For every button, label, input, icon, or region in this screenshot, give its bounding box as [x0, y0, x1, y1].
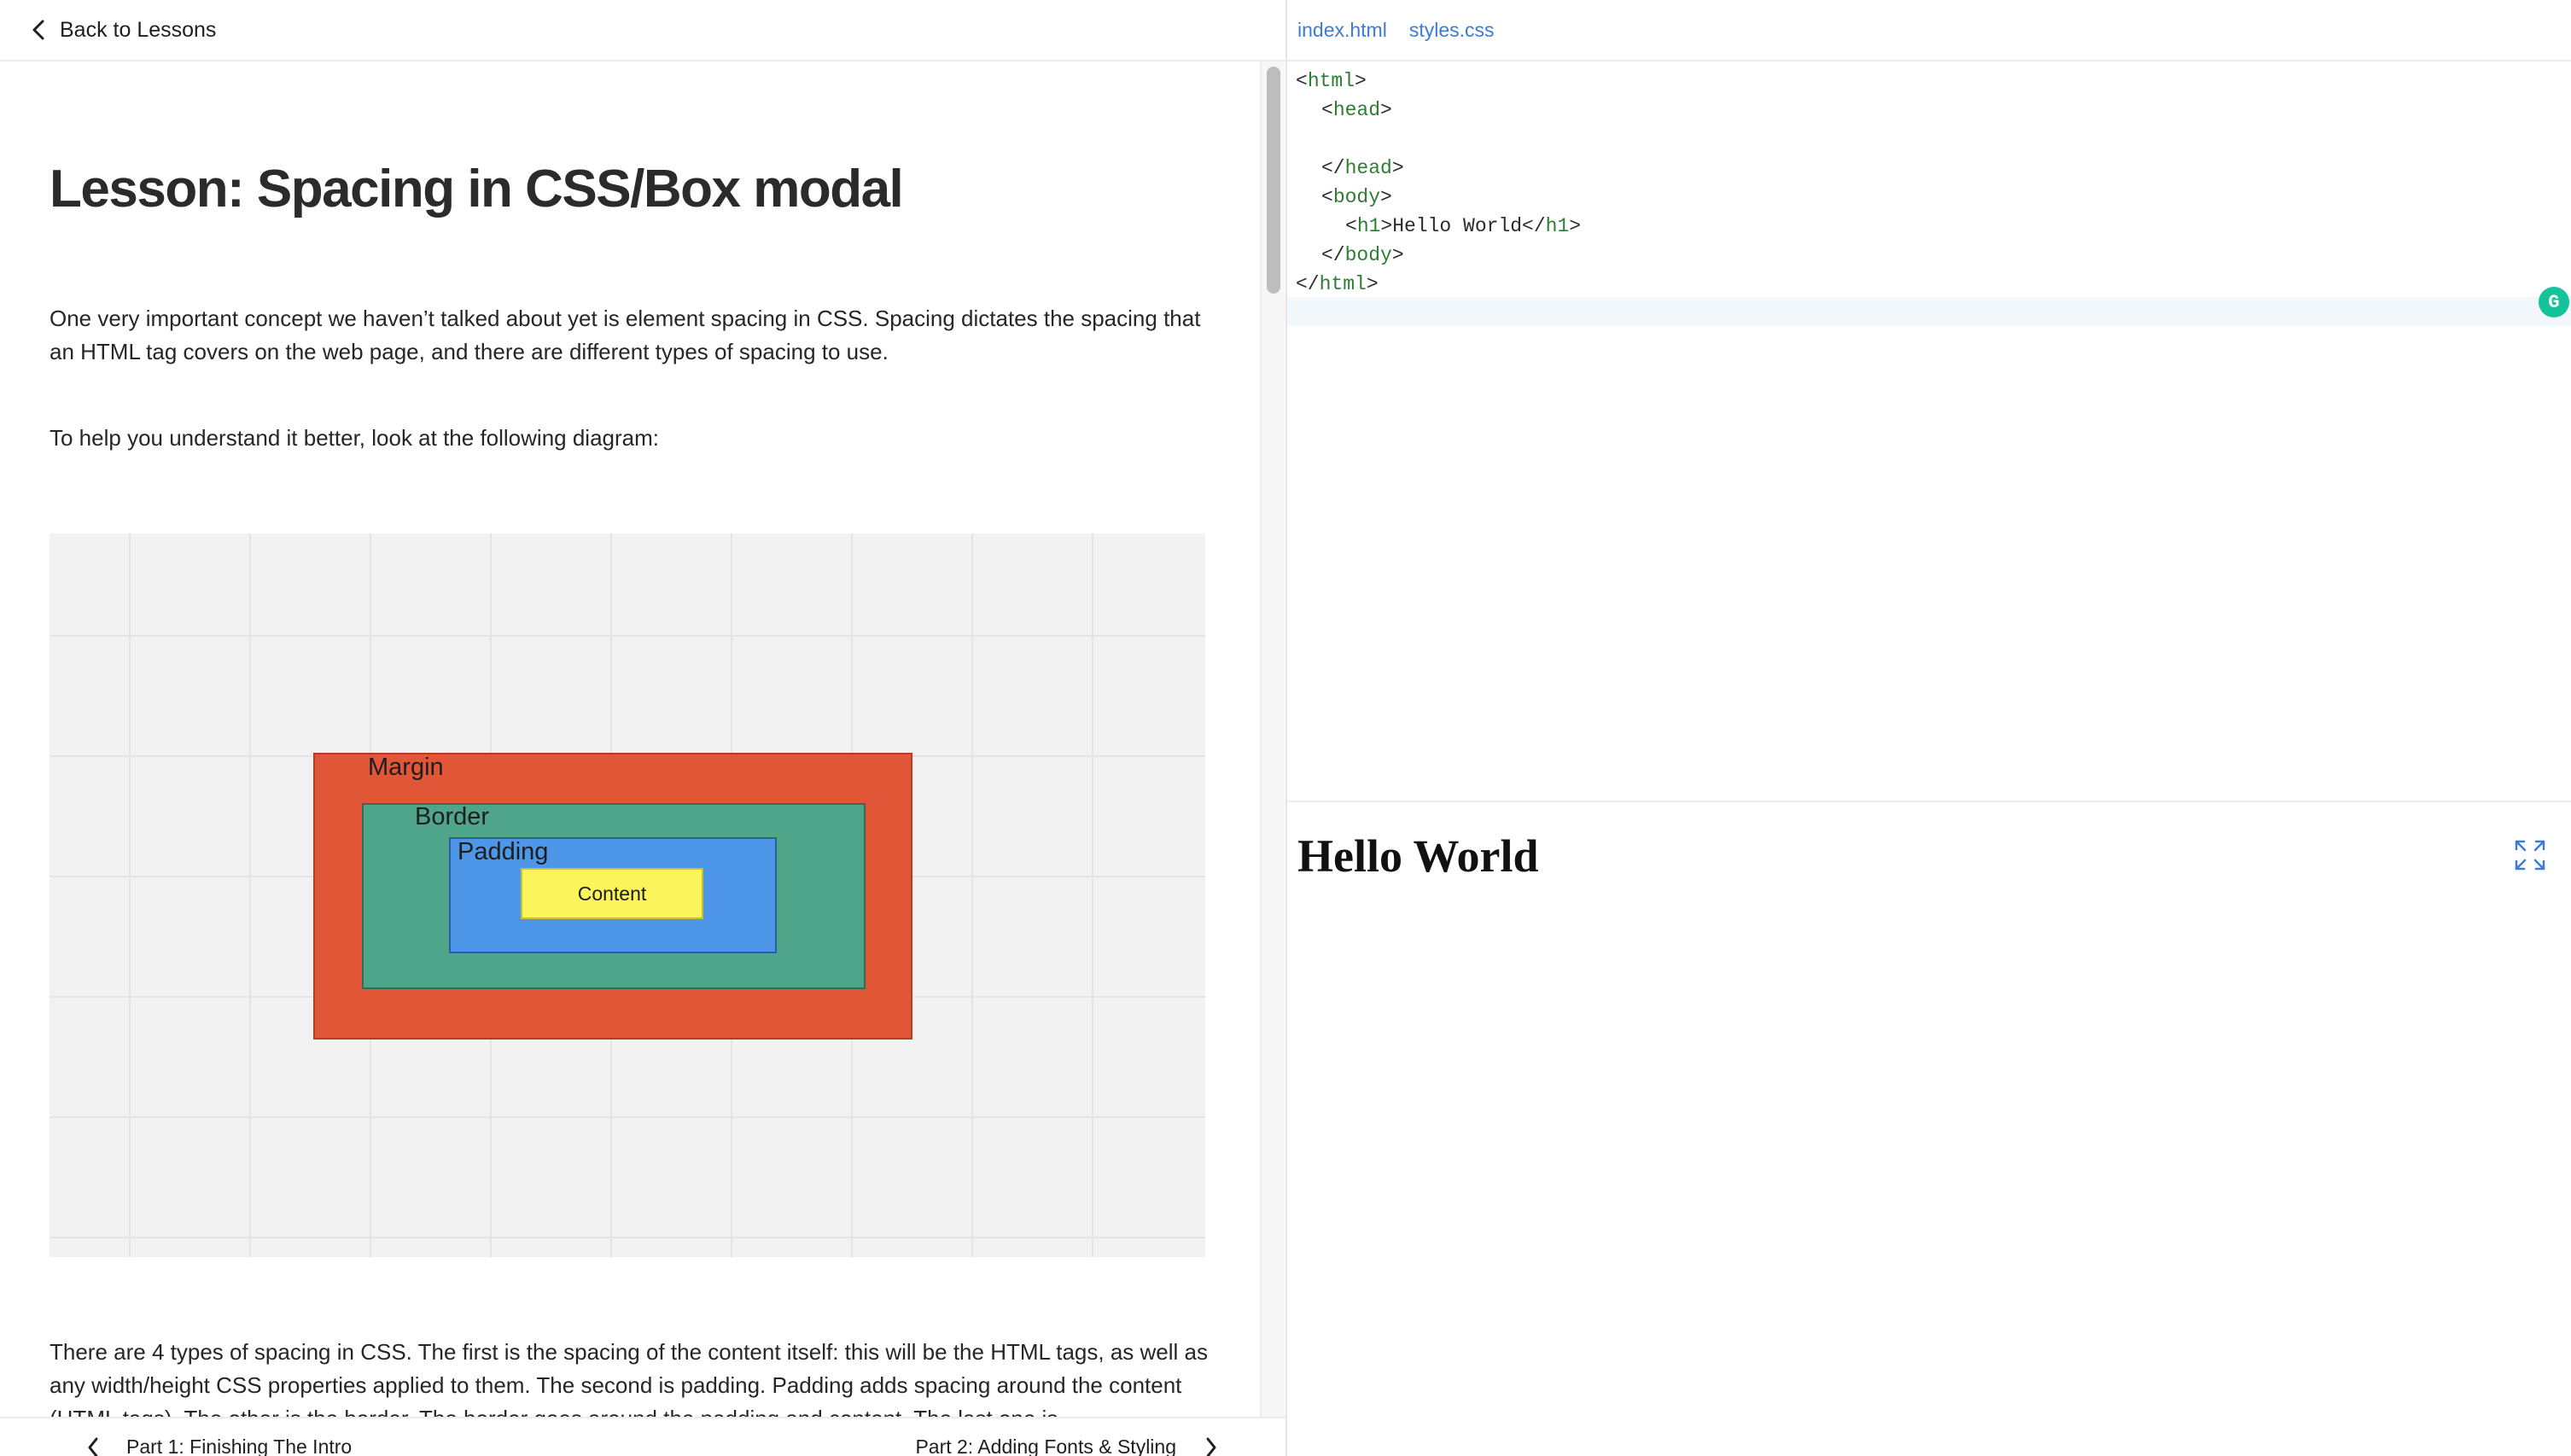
- content-box: Content: [521, 868, 703, 920]
- lesson-paragraph: There are 4 types of spacing in CSS. The…: [50, 1339, 1208, 1417]
- preview-heading: Hello World: [1297, 830, 1539, 882]
- previous-lesson-label: Part 1: Finishing The Intro: [126, 1436, 353, 1456]
- lesson-pagination: Part 1: Finishing The Intro Part 2: Addi…: [0, 1417, 1286, 1456]
- next-lesson-link[interactable]: Part 2: Adding Fonts & Styling: [915, 1436, 1219, 1456]
- padding-label: Padding: [458, 838, 549, 866]
- app-root: Back to Lessons Lesson: Spacing in CSS/B…: [0, 0, 2571, 1456]
- code-line: </head>: [1321, 157, 1404, 179]
- chevron-left-icon: [32, 20, 44, 40]
- back-to-lessons-label: Back to Lessons: [60, 17, 217, 42]
- lesson-pane: Back to Lessons Lesson: Spacing in CSS/B…: [0, 0, 1286, 1456]
- margin-label: Margin: [368, 754, 444, 782]
- code-line: </html>: [1296, 273, 1379, 295]
- active-line-highlight: [1287, 297, 2571, 326]
- code-editor[interactable]: <html> <head> </head> <body> <h1>Hello W…: [1287, 61, 2571, 801]
- chevron-left-icon: [88, 1437, 98, 1456]
- border-label: Border: [415, 803, 490, 831]
- code-pane: index.html styles.css <html> <head> </he…: [1287, 0, 2571, 1456]
- back-to-lessons-link[interactable]: Back to Lessons: [29, 18, 216, 43]
- lesson-content: Lesson: Spacing in CSS/Box modal One ver…: [0, 160, 1260, 1417]
- grammarly-icon[interactable]: G: [2539, 287, 2569, 317]
- code-line: <h1>Hello World</h1>: [1345, 215, 1582, 237]
- lesson-scrollbar[interactable]: [1260, 61, 1286, 1417]
- code-line: <body>: [1321, 186, 1392, 208]
- file-tabs: index.html styles.css: [1287, 0, 2571, 61]
- tab-styles-css[interactable]: styles.css: [1409, 19, 1495, 42]
- lesson-paragraph: One very important concept we haven’t ta…: [50, 306, 1201, 365]
- code-line: </body>: [1321, 244, 1404, 266]
- tab-index-html[interactable]: index.html: [1297, 19, 1387, 42]
- box-model-diagram: Content Margin Border Padding: [50, 533, 1205, 1258]
- lesson-title: Lesson: Spacing in CSS/Box modal: [50, 160, 904, 218]
- lesson-header: Back to Lessons: [0, 0, 1286, 61]
- code-line: <html>: [1296, 70, 1367, 92]
- next-lesson-label: Part 2: Adding Fonts & Styling: [915, 1436, 1176, 1456]
- chevron-right-icon: [1206, 1437, 1216, 1456]
- scrollbar-thumb[interactable]: [1267, 67, 1280, 294]
- previous-lesson-link[interactable]: Part 1: Finishing The Intro: [85, 1436, 352, 1456]
- lesson-scroll-area[interactable]: Lesson: Spacing in CSS/Box modal One ver…: [0, 61, 1260, 1417]
- expand-icon[interactable]: [2513, 838, 2547, 872]
- code-line: <head>: [1321, 99, 1392, 121]
- output-preview: Hello World: [1287, 801, 2571, 1456]
- lesson-paragraph: To help you understand it better, look a…: [50, 425, 659, 451]
- content-label: Content: [577, 882, 647, 905]
